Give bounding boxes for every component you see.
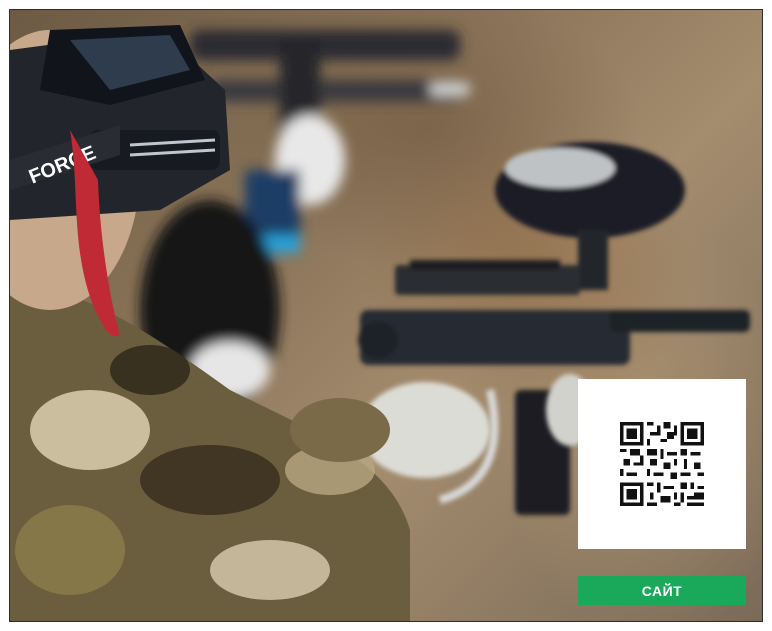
qr-code-panel — [578, 379, 746, 549]
photo-frame: FORCE САЙТ — [9, 9, 763, 622]
site-button[interactable]: САЙТ — [578, 576, 746, 605]
qr-code-icon — [620, 422, 704, 506]
